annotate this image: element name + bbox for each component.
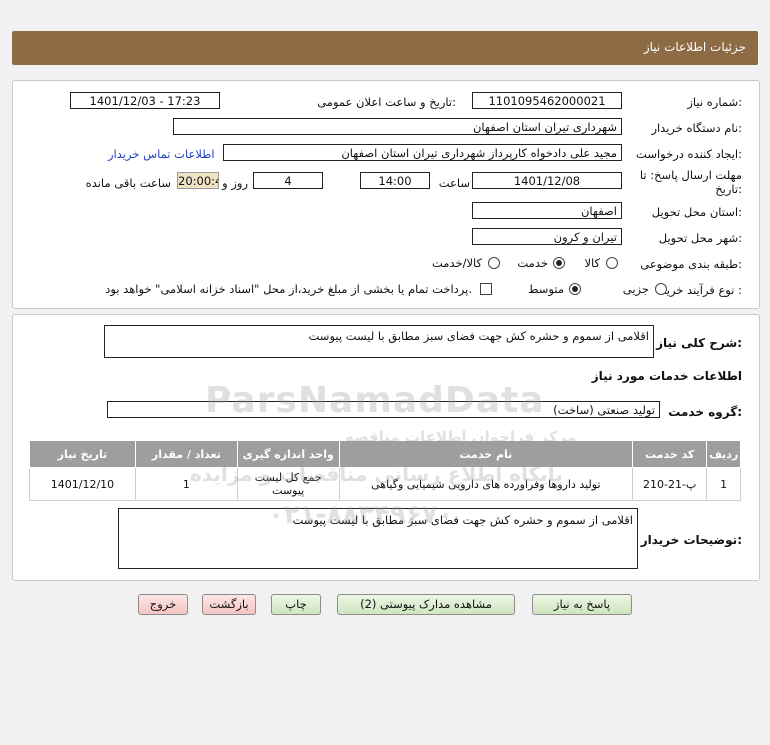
services-section-title: اطلاعات خدمات مورد نیاز — [591, 369, 742, 383]
category-radio-goods[interactable] — [606, 257, 618, 269]
cell-service-name: تولید داروها وفراورده های دارویی شیمیایی… — [338, 467, 634, 501]
header-date: تاریخ نیاز — [29, 440, 136, 468]
category-radio-goods-service[interactable] — [488, 257, 500, 269]
deadline-label-line1: مهلت ارسال پاسخ: تا — [639, 168, 742, 182]
announce-field: 1401/12/03 - 17:23 — [70, 92, 220, 109]
view-attachments-button[interactable]: مشاهده مدارک پیوستی (2) — [337, 594, 515, 615]
announce-label: تاریخ و ساعت اعلان عمومی: — [317, 95, 456, 109]
deadline-time-field: 14:00 — [360, 172, 430, 189]
contact-info-link[interactable]: اطلاعات تماس خریدار — [108, 147, 215, 161]
city-field: تیران و کرون — [472, 228, 622, 245]
buyer-notes-text: اقلامی از سموم و حشره کش جهت فضای سبز مط… — [292, 513, 633, 527]
cell-service-code: پ-21-210 — [631, 467, 708, 501]
service-group-label: گروه خدمت: — [668, 405, 742, 419]
header-row-no: ردیف — [706, 440, 741, 468]
cell-unit: جمع کل لیست پیوست — [236, 467, 340, 501]
exit-button[interactable]: خروج — [138, 594, 188, 615]
creator-label: ایجاد کننده درخواست: — [636, 147, 742, 161]
treasury-payment-note: پرداخت تمام یا بخشی از مبلغ خرید،از محل … — [105, 282, 472, 296]
table-header-row: تاریخ نیاز تعداد / مقدار واحد اندازه گیر… — [29, 440, 741, 468]
process-radio-medium[interactable] — [569, 283, 581, 295]
cell-row-no: 1 — [706, 467, 741, 501]
back-button[interactable]: بازگشت — [202, 594, 256, 615]
deadline-date-field: 1401/12/08 — [472, 172, 622, 189]
buyer-notes-box: اقلامی از سموم و حشره کش جهت فضای سبز مط… — [118, 508, 638, 569]
creator-field: مجید علی دادخواه کارپرداز شهرداری تیران … — [223, 144, 622, 161]
buyer-notes-label: توضیحات خریدار: — [640, 533, 742, 547]
cell-qty: 1 — [134, 467, 238, 501]
need-no-field: 1101095462000021 — [472, 92, 622, 109]
page-header: جزئیات اطلاعات نیاز — [12, 31, 758, 65]
header-qty: تعداد / مقدار — [134, 440, 238, 468]
need-description-label: شرح کلی نیاز: — [656, 336, 742, 350]
service-group-field: تولید صنعتی (ساخت) — [107, 401, 660, 418]
category-radio-service[interactable] — [553, 257, 565, 269]
need-description-text: اقلامی از سموم و حشره کش جهت فضای سبز مط… — [308, 329, 649, 343]
process-label: نوع فرآیند خرید : — [660, 283, 742, 297]
category-option-service: خدمت — [517, 256, 548, 270]
cell-date: 1401/12/10 — [29, 467, 136, 501]
remaining-time-field: 20:00:40 — [177, 172, 219, 189]
need-description-box: اقلامی از سموم و حشره کش جهت فضای سبز مط… — [104, 325, 654, 358]
time-label: ساعت — [438, 176, 470, 190]
process-option-medium: متوسط — [527, 282, 564, 296]
deadline-label-line2: تاریخ: — [715, 182, 742, 196]
city-label: شهر محل تحویل: — [658, 231, 742, 245]
treasury-payment-checkbox[interactable] — [480, 283, 492, 295]
print-button[interactable]: چاپ — [271, 594, 321, 615]
remaining-label: ساعت باقی مانده — [85, 176, 171, 190]
province-label: استان محل تحویل: — [651, 205, 742, 219]
buyer-org-label: نام دستگاه خریدار: — [651, 121, 742, 135]
header-service-code: کد خدمت — [631, 440, 708, 468]
need-no-label: شماره نیاز: — [687, 95, 742, 109]
buyer-org-field: شهرداری تیران استان اصفهان — [173, 118, 622, 135]
days-field: 4 — [253, 172, 323, 189]
header-service-name: نام خدمت — [338, 440, 634, 468]
process-radio-minor[interactable] — [655, 283, 667, 295]
page-title: جزئیات اطلاعات نیاز — [643, 40, 746, 54]
reply-to-need-button[interactable]: پاسخ به نیاز — [532, 594, 632, 615]
process-option-minor: جزیی — [622, 282, 649, 296]
days-label: روز و — [222, 176, 248, 190]
services-table: تاریخ نیاز تعداد / مقدار واحد اندازه گیر… — [29, 440, 741, 501]
category-option-goods: کالا — [584, 256, 600, 270]
header-unit: واحد اندازه گیری — [236, 440, 340, 468]
table-row: 1401/12/10 1 جمع کل لیست پیوست تولید دار… — [29, 467, 741, 501]
category-option-goods-service: کالا/خدمت — [431, 256, 482, 270]
province-field: اصفهان — [472, 202, 622, 219]
deadline-label: مهلت ارسال پاسخ: تا تاریخ: — [640, 168, 742, 196]
category-label: طبقه بندی موضوعی: — [640, 257, 742, 271]
